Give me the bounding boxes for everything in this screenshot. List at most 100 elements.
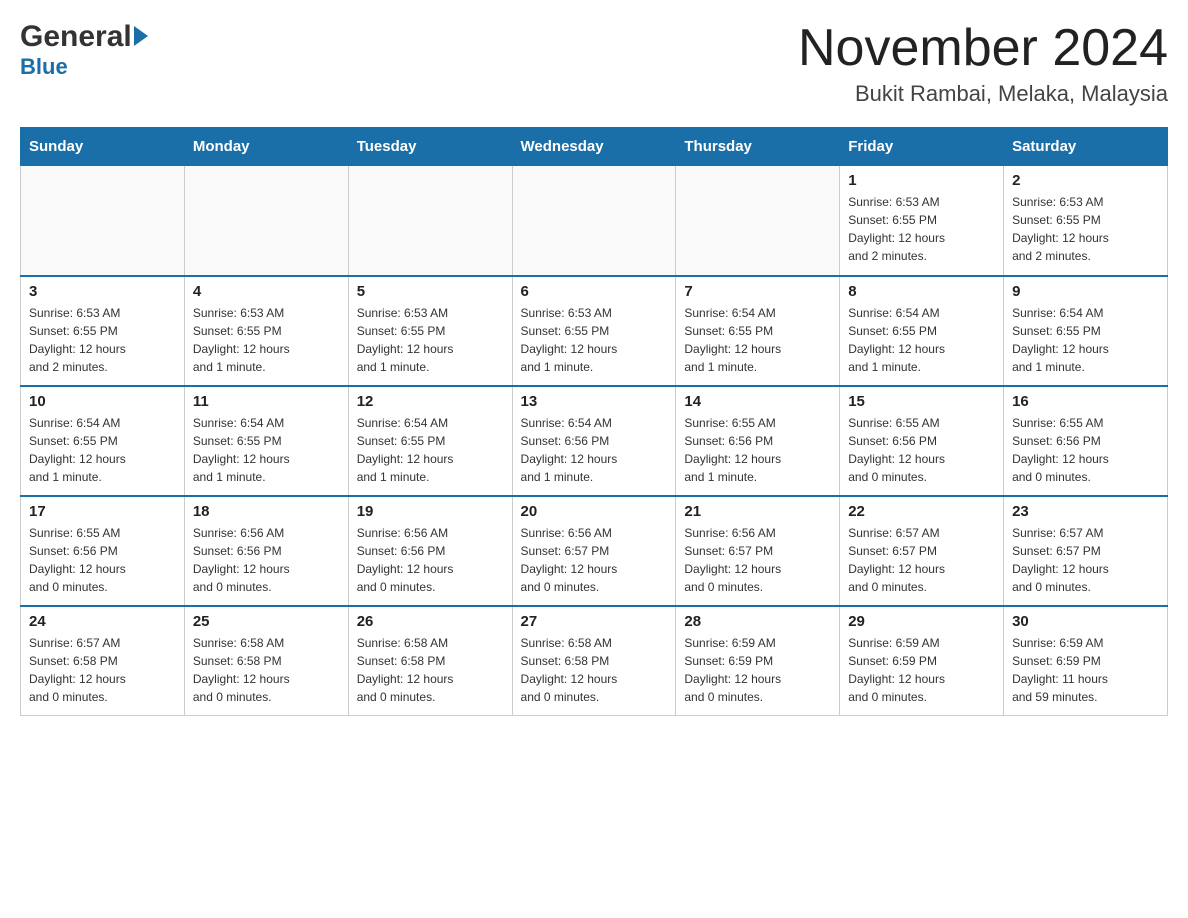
day-info: Sunrise: 6:56 AM Sunset: 6:57 PM Dayligh… [521, 524, 668, 596]
week-row-5: 24Sunrise: 6:57 AM Sunset: 6:58 PM Dayli… [21, 606, 1168, 716]
day-info: Sunrise: 6:55 AM Sunset: 6:56 PM Dayligh… [29, 524, 176, 596]
day-number: 17 [29, 503, 176, 520]
day-cell: 6 Sunrise: 6:53 AM Sunset: 6:55 PM Daylig… [512, 276, 676, 386]
day-cell: 3Sunrise: 6:53 AM Sunset: 6:55 PM Daylig… [21, 276, 185, 386]
day-number: 3 [29, 283, 176, 300]
day-cell [21, 166, 185, 276]
day-cell: 10 Sunrise: 6:54 AM Sunset: 6:55 PM Dayli… [21, 386, 185, 496]
day-cell: 23Sunrise: 6:57 AM Sunset: 6:57 PM Dayli… [1004, 496, 1168, 606]
day-info: Sunrise: 6:54 AM Sunset: 6:55 PM Dayligh… [29, 414, 176, 486]
day-info: Sunrise: 6:55 AM Sunset: 6:56 PM Dayligh… [848, 414, 995, 486]
day-cell: 24Sunrise: 6:57 AM Sunset: 6:58 PM Dayli… [21, 606, 185, 716]
day-info: Sunrise: 6:55 AM Sunset: 6:56 PM Dayligh… [684, 414, 831, 486]
day-info: Sunrise: 6:55 AM Sunset: 6:56 PM Dayligh… [1012, 414, 1159, 486]
weekday-header-friday: Friday [840, 128, 1004, 166]
day-info: Sunrise: 6:54 AM Sunset: 6:55 PM Dayligh… [684, 304, 831, 376]
week-row-1: 1 Sunrise: 6:53 AM Sunset: 6:55 PM Daylig… [21, 166, 1168, 276]
title-block: November 2024 Bukit Rambai, Melaka, Mala… [798, 20, 1168, 107]
day-cell: 22 Sunrise: 6:57 AM Sunset: 6:57 PM Dayli… [840, 496, 1004, 606]
day-cell [512, 166, 676, 276]
day-cell: 4 Sunrise: 6:53 AM Sunset: 6:55 PM Daylig… [184, 276, 348, 386]
day-cell: 9Sunrise: 6:54 AM Sunset: 6:55 PM Daylig… [1004, 276, 1168, 386]
day-number: 25 [193, 613, 340, 630]
location-title: Bukit Rambai, Melaka, Malaysia [798, 81, 1168, 107]
day-info: Sunrise: 6:54 AM Sunset: 6:56 PM Dayligh… [521, 414, 668, 486]
day-number: 8 [848, 283, 995, 300]
day-cell: 12 Sunrise: 6:54 AM Sunset: 6:55 PM Dayli… [348, 386, 512, 496]
day-cell: 13 Sunrise: 6:54 AM Sunset: 6:56 PM Dayli… [512, 386, 676, 496]
day-cell: 5Sunrise: 6:53 AM Sunset: 6:55 PM Daylig… [348, 276, 512, 386]
day-number: 15 [848, 393, 995, 410]
day-number: 21 [684, 503, 831, 520]
day-info: Sunrise: 6:57 AM Sunset: 6:57 PM Dayligh… [848, 524, 995, 596]
day-number: 13 [521, 393, 668, 410]
day-cell: 27Sunrise: 6:58 AM Sunset: 6:58 PM Dayli… [512, 606, 676, 716]
weekday-header-monday: Monday [184, 128, 348, 166]
week-row-3: 10 Sunrise: 6:54 AM Sunset: 6:55 PM Dayli… [21, 386, 1168, 496]
day-cell: 20 Sunrise: 6:56 AM Sunset: 6:57 PM Dayli… [512, 496, 676, 606]
day-number: 19 [357, 503, 504, 520]
day-info: Sunrise: 6:58 AM Sunset: 6:58 PM Dayligh… [193, 634, 340, 706]
day-info: Sunrise: 6:53 AM Sunset: 6:55 PM Dayligh… [193, 304, 340, 376]
day-cell: 28Sunrise: 6:59 AM Sunset: 6:59 PM Dayli… [676, 606, 840, 716]
day-cell: 18 Sunrise: 6:56 AM Sunset: 6:56 PM Dayli… [184, 496, 348, 606]
day-number: 7 [684, 283, 831, 300]
week-row-2: 3 Sunrise: 6:53 AM Sunset: 6:55 PM Daylig… [21, 276, 1168, 386]
weekday-header-saturday: Saturday [1004, 128, 1168, 166]
day-cell: 25 Sunrise: 6:58 AM Sunset: 6:58 PM Dayli… [184, 606, 348, 716]
day-info: Sunrise: 6:56 AM Sunset: 6:56 PM Dayligh… [193, 524, 340, 596]
day-cell: 1 Sunrise: 6:53 AM Sunset: 6:55 PM Daylig… [840, 166, 1004, 276]
day-cell: 29 Sunrise: 6:59 AM Sunset: 6:59 PM Dayli… [840, 606, 1004, 716]
logo-blue-text: Blue [20, 54, 68, 80]
day-number: 11 [193, 393, 340, 410]
day-number: 2 [1012, 172, 1159, 189]
logo-triangle-icon [134, 26, 148, 46]
day-cell: 21 Sunrise: 6:56 AM Sunset: 6:57 PM Dayli… [676, 496, 840, 606]
day-number: 1 [848, 172, 995, 189]
day-cell: 11 Sunrise: 6:54 AM Sunset: 6:55 PM Dayli… [184, 386, 348, 496]
day-info: Sunrise: 6:53 AM Sunset: 6:55 PM Dayligh… [357, 304, 504, 376]
day-number: 26 [357, 613, 504, 630]
day-cell [676, 166, 840, 276]
day-info: Sunrise: 6:54 AM Sunset: 6:55 PM Dayligh… [357, 414, 504, 486]
logo: General Blue [20, 20, 148, 80]
day-number: 20 [521, 503, 668, 520]
day-number: 4 [193, 283, 340, 300]
day-cell: 16 Sunrise: 6:55 AM Sunset: 6:56 PM Dayli… [1004, 386, 1168, 496]
day-cell: 17 Sunrise: 6:55 AM Sunset: 6:56 PM Dayli… [21, 496, 185, 606]
day-number: 12 [357, 393, 504, 410]
day-info: Sunrise: 6:53 AM Sunset: 6:55 PM Dayligh… [1012, 193, 1159, 265]
day-number: 6 [521, 283, 668, 300]
day-number: 23 [1012, 503, 1159, 520]
day-info: Sunrise: 6:53 AM Sunset: 6:55 PM Dayligh… [521, 304, 668, 376]
week-row-4: 17 Sunrise: 6:55 AM Sunset: 6:56 PM Dayli… [21, 496, 1168, 606]
day-info: Sunrise: 6:54 AM Sunset: 6:55 PM Dayligh… [193, 414, 340, 486]
day-info: Sunrise: 6:58 AM Sunset: 6:58 PM Dayligh… [357, 634, 504, 706]
day-info: Sunrise: 6:59 AM Sunset: 6:59 PM Dayligh… [848, 634, 995, 706]
weekday-header-sunday: Sunday [21, 128, 185, 166]
day-number: 10 [29, 393, 176, 410]
day-number: 29 [848, 613, 995, 630]
day-info: Sunrise: 6:56 AM Sunset: 6:56 PM Dayligh… [357, 524, 504, 596]
day-cell: 19 Sunrise: 6:56 AM Sunset: 6:56 PM Dayli… [348, 496, 512, 606]
day-cell: 14 Sunrise: 6:55 AM Sunset: 6:56 PM Dayli… [676, 386, 840, 496]
day-number: 14 [684, 393, 831, 410]
day-info: Sunrise: 6:59 AM Sunset: 6:59 PM Dayligh… [684, 634, 831, 706]
day-cell: 26 Sunrise: 6:58 AM Sunset: 6:58 PM Dayli… [348, 606, 512, 716]
day-number: 27 [521, 613, 668, 630]
day-info: Sunrise: 6:53 AM Sunset: 6:55 PM Dayligh… [848, 193, 995, 265]
day-cell: 8 Sunrise: 6:54 AM Sunset: 6:55 PM Daylig… [840, 276, 1004, 386]
day-cell: 2 Sunrise: 6:53 AM Sunset: 6:55 PM Daylig… [1004, 166, 1168, 276]
day-number: 18 [193, 503, 340, 520]
day-number: 16 [1012, 393, 1159, 410]
day-number: 22 [848, 503, 995, 520]
day-number: 9 [1012, 283, 1159, 300]
day-info: Sunrise: 6:54 AM Sunset: 6:55 PM Dayligh… [848, 304, 995, 376]
page-header: General Blue November 2024 Bukit Rambai,… [20, 20, 1168, 107]
month-title: November 2024 [798, 20, 1168, 77]
weekday-header-tuesday: Tuesday [348, 128, 512, 166]
day-info: Sunrise: 6:57 AM Sunset: 6:58 PM Dayligh… [29, 634, 176, 706]
day-info: Sunrise: 6:56 AM Sunset: 6:57 PM Dayligh… [684, 524, 831, 596]
day-number: 30 [1012, 613, 1159, 630]
calendar-table: SundayMondayTuesdayWednesdayThursdayFrid… [20, 127, 1168, 716]
